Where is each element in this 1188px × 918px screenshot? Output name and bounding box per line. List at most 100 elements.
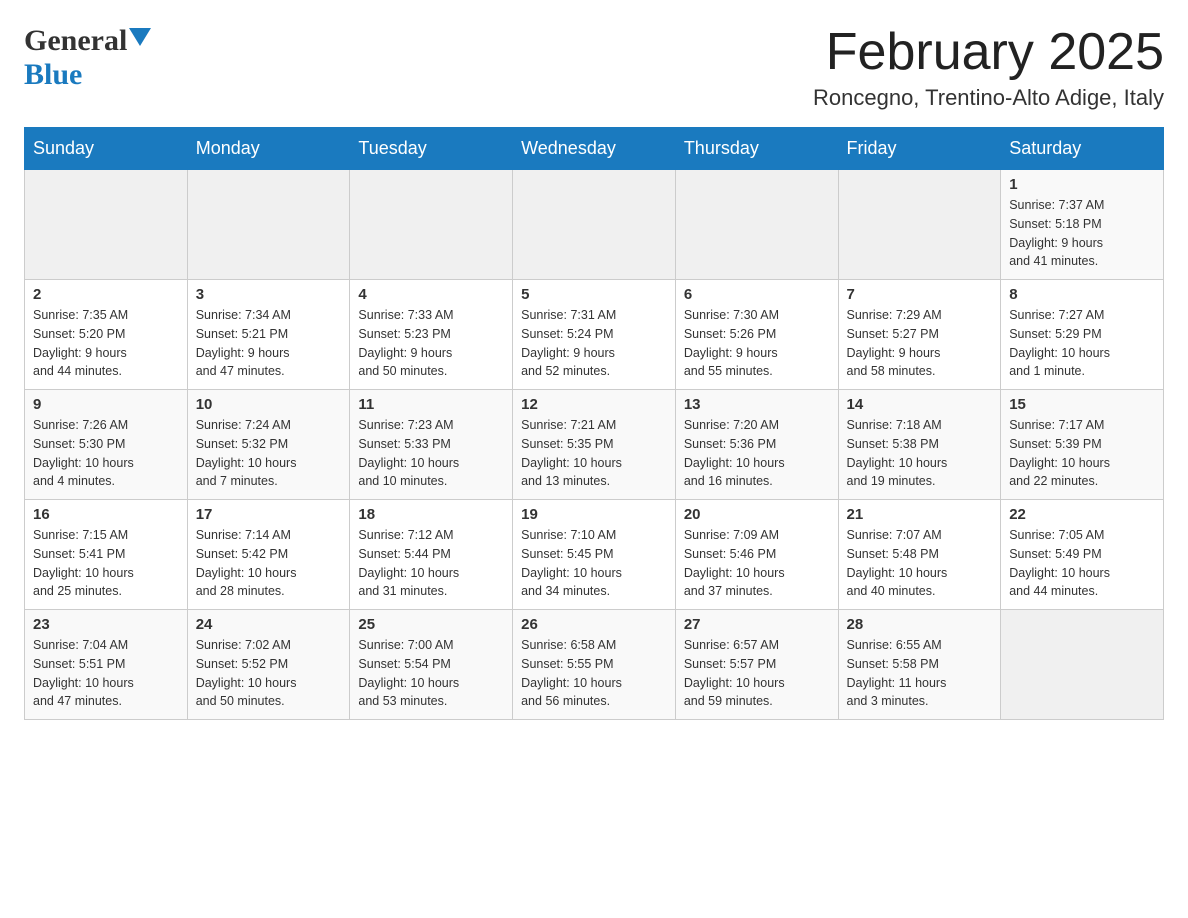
day-number: 3 <box>196 286 342 303</box>
calendar-cell: 7 Sunrise: 7:29 AMSunset: 5:27 PMDaylight… <box>838 280 1001 390</box>
day-info: Sunrise: 7:26 AMSunset: 5:30 PMDaylight:… <box>33 416 179 491</box>
day-number: 7 <box>847 286 993 303</box>
day-info: Sunrise: 7:02 AMSunset: 5:52 PMDaylight:… <box>196 636 342 711</box>
day-info: Sunrise: 7:27 AMSunset: 5:29 PMDaylight:… <box>1009 306 1155 381</box>
calendar-cell: 14 Sunrise: 7:18 AMSunset: 5:38 PMDayligh… <box>838 390 1001 500</box>
calendar-header-row: SundayMondayTuesdayWednesdayThursdayFrid… <box>25 128 1164 170</box>
calendar-cell: 11 Sunrise: 7:23 AMSunset: 5:33 PMDayligh… <box>350 390 513 500</box>
day-number: 23 <box>33 616 179 633</box>
day-info: Sunrise: 7:14 AMSunset: 5:42 PMDaylight:… <box>196 526 342 601</box>
calendar-week-row: 9 Sunrise: 7:26 AMSunset: 5:30 PMDaylight… <box>25 390 1164 500</box>
calendar-week-row: 2 Sunrise: 7:35 AMSunset: 5:20 PMDaylight… <box>25 280 1164 390</box>
day-number: 18 <box>358 506 504 523</box>
day-number: 5 <box>521 286 667 303</box>
logo-arrow-icon <box>129 28 151 46</box>
day-info: Sunrise: 7:23 AMSunset: 5:33 PMDaylight:… <box>358 416 504 491</box>
day-info: Sunrise: 7:21 AMSunset: 5:35 PMDaylight:… <box>521 416 667 491</box>
day-info: Sunrise: 7:29 AMSunset: 5:27 PMDaylight:… <box>847 306 993 381</box>
calendar-cell: 17 Sunrise: 7:14 AMSunset: 5:42 PMDayligh… <box>187 500 350 610</box>
logo: General Blue <box>24 24 151 92</box>
day-info: Sunrise: 7:33 AMSunset: 5:23 PMDaylight:… <box>358 306 504 381</box>
calendar-cell: 8 Sunrise: 7:27 AMSunset: 5:29 PMDaylight… <box>1001 280 1164 390</box>
day-info: Sunrise: 7:18 AMSunset: 5:38 PMDaylight:… <box>847 416 993 491</box>
day-info: Sunrise: 7:09 AMSunset: 5:46 PMDaylight:… <box>684 526 830 601</box>
calendar-cell: 25 Sunrise: 7:00 AMSunset: 5:54 PMDayligh… <box>350 610 513 720</box>
day-number: 19 <box>521 506 667 523</box>
month-title: February 2025 <box>813 24 1164 81</box>
calendar-cell: 4 Sunrise: 7:33 AMSunset: 5:23 PMDaylight… <box>350 280 513 390</box>
calendar-week-row: 23 Sunrise: 7:04 AMSunset: 5:51 PMDayligh… <box>25 610 1164 720</box>
calendar-cell <box>350 170 513 280</box>
calendar-header-tuesday: Tuesday <box>350 128 513 170</box>
day-info: Sunrise: 7:35 AMSunset: 5:20 PMDaylight:… <box>33 306 179 381</box>
calendar-cell <box>1001 610 1164 720</box>
title-block: February 2025 Roncegno, Trentino-Alto Ad… <box>813 24 1164 111</box>
day-info: Sunrise: 7:05 AMSunset: 5:49 PMDaylight:… <box>1009 526 1155 601</box>
calendar-header-friday: Friday <box>838 128 1001 170</box>
day-number: 13 <box>684 396 830 413</box>
calendar-cell: 15Sunrise: 7:17 AMSunset: 5:39 PMDayligh… <box>1001 390 1164 500</box>
day-info: Sunrise: 7:10 AMSunset: 5:45 PMDaylight:… <box>521 526 667 601</box>
calendar-cell: 9 Sunrise: 7:26 AMSunset: 5:30 PMDaylight… <box>25 390 188 500</box>
day-number: 9 <box>33 396 179 413</box>
calendar-cell: 5 Sunrise: 7:31 AMSunset: 5:24 PMDaylight… <box>513 280 676 390</box>
calendar-cell: 1Sunrise: 7:37 AMSunset: 5:18 PMDaylight… <box>1001 170 1164 280</box>
calendar-table: SundayMondayTuesdayWednesdayThursdayFrid… <box>24 127 1164 720</box>
day-number: 25 <box>358 616 504 633</box>
day-number: 6 <box>684 286 830 303</box>
day-number: 27 <box>684 616 830 633</box>
calendar-cell: 28Sunrise: 6:55 AMSunset: 5:58 PMDayligh… <box>838 610 1001 720</box>
location-subtitle: Roncegno, Trentino-Alto Adige, Italy <box>813 85 1164 111</box>
calendar-cell: 13Sunrise: 7:20 AMSunset: 5:36 PMDayligh… <box>675 390 838 500</box>
calendar-header-thursday: Thursday <box>675 128 838 170</box>
calendar-cell: 12 Sunrise: 7:21 AMSunset: 5:35 PMDayligh… <box>513 390 676 500</box>
calendar-cell <box>187 170 350 280</box>
day-number: 21 <box>847 506 993 523</box>
day-info: Sunrise: 7:31 AMSunset: 5:24 PMDaylight:… <box>521 306 667 381</box>
calendar-header-saturday: Saturday <box>1001 128 1164 170</box>
day-info: Sunrise: 6:58 AMSunset: 5:55 PMDaylight:… <box>521 636 667 711</box>
calendar-cell: 19 Sunrise: 7:10 AMSunset: 5:45 PMDayligh… <box>513 500 676 610</box>
day-info: Sunrise: 7:04 AMSunset: 5:51 PMDaylight:… <box>33 636 179 711</box>
calendar-header-wednesday: Wednesday <box>513 128 676 170</box>
day-number: 8 <box>1009 286 1155 303</box>
day-number: 17 <box>196 506 342 523</box>
calendar-cell: 3 Sunrise: 7:34 AMSunset: 5:21 PMDaylight… <box>187 280 350 390</box>
calendar-cell: 16 Sunrise: 7:15 AMSunset: 5:41 PMDayligh… <box>25 500 188 610</box>
page-header: General Blue February 2025 Roncegno, Tre… <box>24 24 1164 111</box>
calendar-cell: 27 Sunrise: 6:57 AMSunset: 5:57 PMDayligh… <box>675 610 838 720</box>
day-info: Sunrise: 7:30 AMSunset: 5:26 PMDaylight:… <box>684 306 830 381</box>
day-info: Sunrise: 7:15 AMSunset: 5:41 PMDaylight:… <box>33 526 179 601</box>
day-info: Sunrise: 7:34 AMSunset: 5:21 PMDaylight:… <box>196 306 342 381</box>
day-number: 10 <box>196 396 342 413</box>
day-number: 28 <box>847 616 993 633</box>
calendar-cell <box>838 170 1001 280</box>
calendar-cell: 26Sunrise: 6:58 AMSunset: 5:55 PMDayligh… <box>513 610 676 720</box>
day-info: Sunrise: 7:12 AMSunset: 5:44 PMDaylight:… <box>358 526 504 601</box>
day-number: 11 <box>358 396 504 413</box>
calendar-header-sunday: Sunday <box>25 128 188 170</box>
calendar-cell: 24 Sunrise: 7:02 AMSunset: 5:52 PMDayligh… <box>187 610 350 720</box>
day-info: Sunrise: 7:37 AMSunset: 5:18 PMDaylight:… <box>1009 196 1155 271</box>
calendar-cell: 2 Sunrise: 7:35 AMSunset: 5:20 PMDaylight… <box>25 280 188 390</box>
calendar-cell: 22Sunrise: 7:05 AMSunset: 5:49 PMDayligh… <box>1001 500 1164 610</box>
day-number: 12 <box>521 396 667 413</box>
day-number: 24 <box>196 616 342 633</box>
day-info: Sunrise: 7:24 AMSunset: 5:32 PMDaylight:… <box>196 416 342 491</box>
day-number: 4 <box>358 286 504 303</box>
calendar-week-row: 16 Sunrise: 7:15 AMSunset: 5:41 PMDayligh… <box>25 500 1164 610</box>
day-number: 2 <box>33 286 179 303</box>
day-info: Sunrise: 7:07 AMSunset: 5:48 PMDaylight:… <box>847 526 993 601</box>
day-number: 20 <box>684 506 830 523</box>
calendar-header-monday: Monday <box>187 128 350 170</box>
day-number: 14 <box>847 396 993 413</box>
day-info: Sunrise: 6:57 AMSunset: 5:57 PMDaylight:… <box>684 636 830 711</box>
day-info: Sunrise: 7:00 AMSunset: 5:54 PMDaylight:… <box>358 636 504 711</box>
calendar-cell: 21 Sunrise: 7:07 AMSunset: 5:48 PMDayligh… <box>838 500 1001 610</box>
calendar-cell <box>25 170 188 280</box>
day-number: 15 <box>1009 396 1155 413</box>
calendar-cell: 6 Sunrise: 7:30 AMSunset: 5:26 PMDaylight… <box>675 280 838 390</box>
day-number: 16 <box>33 506 179 523</box>
calendar-cell: 20 Sunrise: 7:09 AMSunset: 5:46 PMDayligh… <box>675 500 838 610</box>
calendar-cell: 23 Sunrise: 7:04 AMSunset: 5:51 PMDayligh… <box>25 610 188 720</box>
